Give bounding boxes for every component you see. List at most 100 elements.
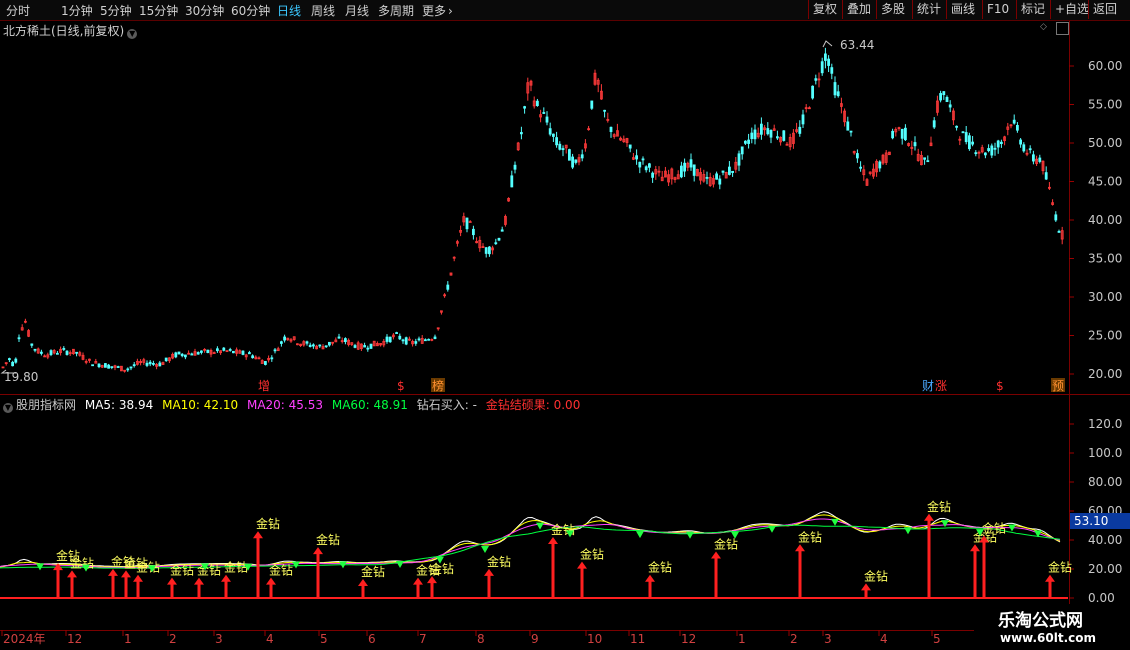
candle-body (603, 109, 606, 112)
candle-body (827, 58, 830, 66)
candle-body (468, 221, 472, 223)
candle-body (177, 351, 181, 355)
candle-body (750, 132, 754, 140)
signal-arrow (133, 574, 143, 582)
candle-body (308, 344, 312, 348)
time-tick-label: 7 (419, 632, 427, 646)
candle-body (801, 114, 805, 125)
diamond-icon[interactable]: ◇ (1038, 22, 1049, 33)
candle-body (728, 166, 731, 175)
time-tick-label: 9 (531, 632, 539, 646)
price-tick-label: 50.00 (1088, 136, 1122, 150)
candle-body (715, 173, 718, 180)
event-marker: 榜 (432, 378, 444, 393)
candle-body (923, 157, 926, 160)
candle-body (206, 349, 210, 353)
candle-body (158, 362, 162, 367)
ma5-value: MA5: 38.94 (84, 398, 154, 412)
down-arrow (831, 518, 839, 526)
signal-arrow (253, 531, 263, 539)
time-tick-label: 4 (880, 632, 888, 646)
chart-canvas[interactable]: 60.0055.0050.0045.0040.0035.0030.0025.00… (0, 0, 1130, 650)
candle-body (196, 352, 200, 355)
candle-body (228, 349, 232, 351)
candle-body (107, 364, 110, 369)
candle-body (65, 350, 69, 355)
time-tick-label: 11 (630, 632, 645, 646)
candle-body (398, 335, 402, 340)
candle-body (913, 142, 917, 147)
stock-title[interactable]: 北方稀土(日线,前复权) ▼ (3, 22, 138, 39)
candle-body (30, 343, 34, 346)
chevron-down-icon[interactable]: ▼ (127, 29, 138, 39)
candle-body (446, 284, 450, 290)
candle-body (263, 361, 267, 365)
current-value-label: 53.10 (1074, 514, 1108, 528)
candle-body (97, 363, 101, 368)
candle-body (942, 91, 946, 96)
event-markers: 增 $ 榜 财涨 $ 预 (258, 378, 1065, 393)
candle-body (849, 130, 853, 133)
candle-body (305, 341, 309, 344)
candle-body (1000, 141, 1003, 145)
ma60-value: MA60: 48.91 (331, 398, 408, 412)
candle-body (148, 361, 152, 365)
candle-body (327, 341, 331, 346)
down-arrow (941, 520, 949, 528)
price-axis: 60.00 55.00 50.00 45.00 40.00 35.00 30.00 25.00… (1069, 59, 1122, 381)
candle-body (683, 162, 686, 172)
down-arrow (396, 560, 404, 568)
signal-arrow (194, 577, 204, 585)
candle-body (510, 175, 514, 188)
indicator-tick-label: 0.00 (1088, 591, 1115, 605)
candle-body (744, 140, 747, 144)
collapse-icon[interactable]: ▼ (3, 403, 13, 413)
candle-body (33, 348, 37, 351)
time-tick-label: 3 (824, 632, 832, 646)
indicator-name[interactable]: 股朋指标网 (16, 398, 76, 412)
candle-body (961, 131, 965, 134)
candle-body (545, 116, 549, 123)
candle-body (283, 336, 287, 341)
candle-body (523, 106, 526, 109)
signal-label: 金钻 (197, 563, 221, 578)
price-tick-label: 20.00 (1088, 367, 1122, 381)
candle-body (56, 352, 59, 355)
candle-body (548, 128, 552, 135)
candle-body (824, 53, 827, 61)
candle-body (91, 364, 94, 367)
candle-body (273, 349, 277, 352)
event-marker: 涨 (935, 378, 947, 393)
price-tick-label: 45.00 (1088, 175, 1122, 189)
candle-body (776, 136, 779, 139)
candle-body (395, 332, 399, 334)
candle-body (497, 237, 501, 241)
window-icon[interactable] (1056, 22, 1069, 35)
signal-label: 金钻 (361, 564, 385, 579)
signal-label: 金钻 (224, 560, 248, 575)
time-tick-label: 8 (477, 632, 485, 646)
candle-body (62, 348, 66, 350)
stock-title-text: 北方稀土(日线,前复权) (3, 24, 125, 38)
signal-arrow (67, 570, 77, 578)
candle-body (856, 153, 859, 159)
candle-body (830, 67, 834, 74)
candle-body (180, 353, 184, 357)
candle-body (798, 126, 802, 134)
candle-body (753, 129, 757, 140)
candle-body (878, 161, 882, 169)
candle-body (40, 351, 43, 354)
candle-body (680, 165, 683, 178)
signal-label: 金钻 (316, 532, 340, 547)
candle-body (465, 217, 469, 230)
diamond-buy-value: 钻石买入: - (416, 398, 477, 412)
candle-body (987, 148, 990, 152)
time-tick-label: 3 (215, 632, 223, 646)
candle-body (404, 337, 408, 345)
candle-body (904, 127, 907, 141)
candle-body (7, 358, 11, 361)
indicator-tick-label: 40.00 (1088, 533, 1122, 547)
candle-body (628, 144, 632, 149)
candle-body (353, 345, 357, 348)
candle-body (731, 170, 734, 173)
